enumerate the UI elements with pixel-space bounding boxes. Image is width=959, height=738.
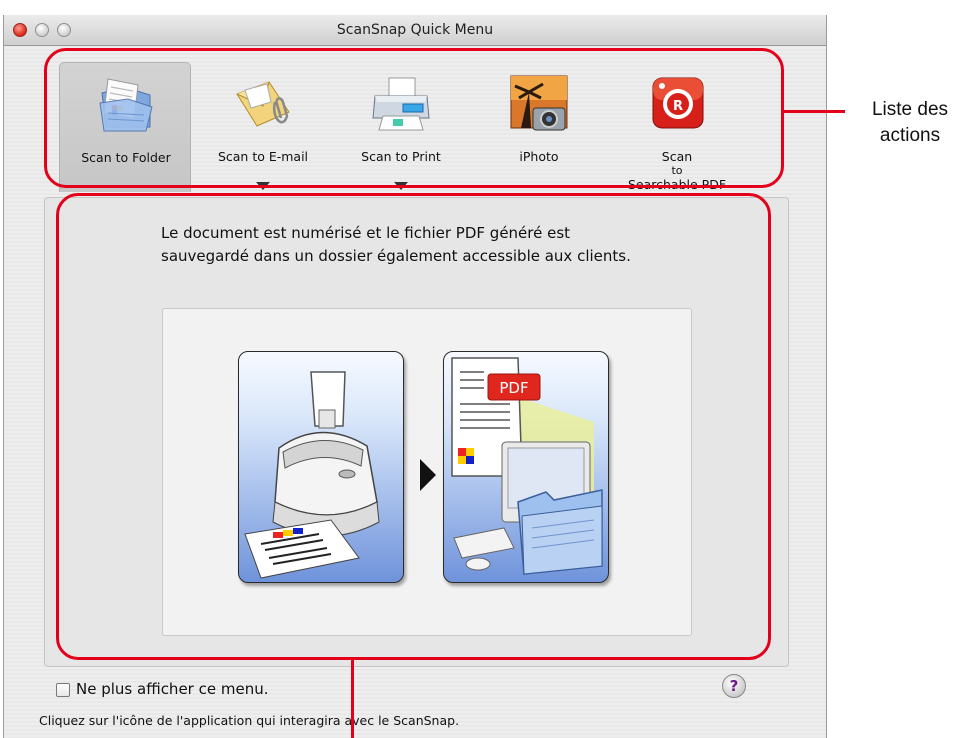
action-label: iPhoto	[519, 149, 559, 164]
description-panel: Le document est numérisé et le fichier P…	[44, 197, 789, 667]
pdf-badge: PDF	[499, 379, 528, 397]
printer-icon	[372, 77, 430, 131]
callout-line	[351, 660, 354, 738]
folder-scan-icon	[99, 78, 153, 132]
action-scan-to-searchable-pdf[interactable]: R Scan to Searchable PDF	[611, 62, 743, 192]
action-label: Scan to E-mail	[217, 149, 309, 164]
callout-line	[783, 110, 845, 113]
pdf-folder-illustration: PDF	[443, 351, 609, 583]
dropdown-arrow-icon[interactable]	[256, 182, 270, 190]
help-button[interactable]: ?	[722, 674, 746, 698]
action-label: Scan to Print	[361, 149, 441, 164]
dropdown-arrow-icon[interactable]	[394, 182, 408, 190]
scanner-illustration	[238, 351, 404, 583]
callout-label: Liste des actions	[871, 99, 949, 146]
arrow-right-icon	[420, 459, 436, 491]
action-description: Le document est numérisé et le fichier P…	[161, 224, 631, 265]
window-title: ScanSnap Quick Menu	[336, 22, 494, 38]
action-scan-to-folder[interactable]: Scan to Folder	[59, 62, 191, 192]
action-iphoto[interactable]: iPhoto	[473, 62, 605, 192]
title-bar[interactable]: ScanSnap Quick Menu	[4, 15, 826, 46]
action-scan-to-print[interactable]: Scan to Print	[335, 62, 467, 192]
action-illustration: PDF	[162, 308, 692, 636]
iphoto-camera-icon	[510, 75, 568, 131]
svg-text:R: R	[673, 99, 683, 114]
scanner-icon	[244, 371, 380, 579]
action-label: Scan to Folder	[81, 150, 171, 165]
finereader-icon: R	[652, 77, 704, 129]
action-scan-to-email[interactable]: Scan to E-mail	[197, 62, 329, 192]
envelope-paperclip-icon	[236, 81, 290, 127]
instruction-text: Cliquez sur l'icône de l'application qui…	[39, 713, 460, 728]
hide-menu-label[interactable]: Ne plus afficher ce menu.	[76, 680, 268, 698]
action-label: Scan to Searchable PDF	[627, 149, 727, 192]
hide-menu-checkbox[interactable]	[56, 683, 70, 697]
action-list: Scan to Folder Scan to E-mail Scan to Pr…	[4, 46, 826, 196]
quick-menu-window: ScanSnap Quick Menu Scan to Folder Scan …	[3, 15, 827, 738]
